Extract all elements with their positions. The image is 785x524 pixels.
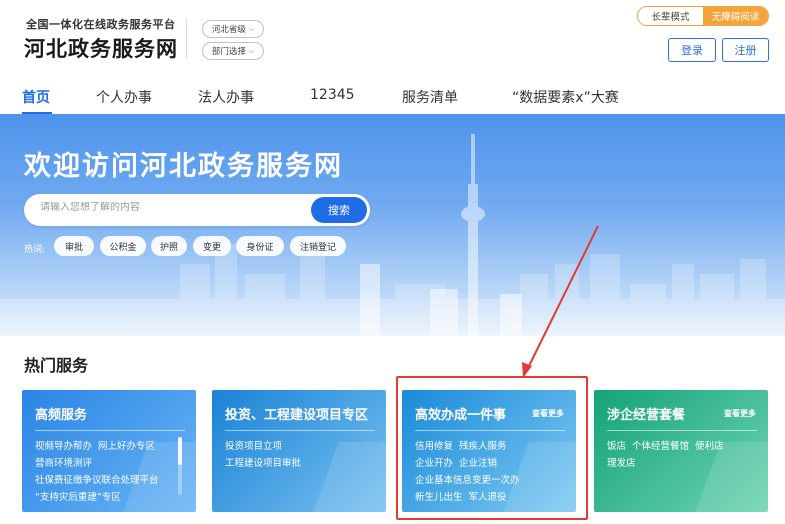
card-title: 高频服务 bbox=[35, 408, 88, 423]
service-card-investment[interactable]: 投资、工程建设项目专区 投资项目立项 工程建设项目审批 bbox=[212, 390, 386, 512]
service-link[interactable]: 理发店 bbox=[607, 458, 636, 469]
service-link[interactable]: 工程建设项目审批 bbox=[225, 458, 301, 469]
nav-data-contest[interactable]: “数据要素x”大赛 bbox=[512, 87, 619, 107]
service-card-high-frequency[interactable]: 高频服务 视频导办帮办 网上好办专区 营商环境测评 社保费征缴争议联合处理平台 “… bbox=[22, 390, 196, 512]
brand-divider bbox=[186, 18, 187, 58]
hot-tag[interactable]: 身份证 bbox=[236, 236, 284, 256]
banner-title: 欢迎访问河北政务服务网 bbox=[24, 151, 343, 182]
hot-words-label: 热词: bbox=[24, 245, 46, 255]
brand-title[interactable]: 河北政务服务网 bbox=[24, 33, 178, 63]
nav-home[interactable]: 首页 bbox=[22, 87, 50, 107]
service-link[interactable]: 投资项目立项 bbox=[225, 441, 282, 452]
reading-mode-toggle: 长辈模式 无障碍阅读 bbox=[637, 6, 769, 26]
site-header: 全国一体化在线政务服务平台 河北政务服务网 河北省级 ⌵ 部门选择 ⌵ 长辈模式… bbox=[0, 0, 785, 78]
scrollbar-thumb[interactable] bbox=[178, 437, 182, 465]
hot-tag[interactable]: 审批 bbox=[54, 236, 94, 256]
service-link[interactable]: 个体经营餐馆 bbox=[632, 441, 689, 452]
register-button[interactable]: 注册 bbox=[722, 38, 769, 62]
nav-12345[interactable]: 12345 bbox=[310, 87, 355, 103]
card-links: 投资项目立项 工程建设项目审批 bbox=[225, 438, 307, 472]
hot-tag[interactable]: 变更 bbox=[193, 236, 231, 256]
department-select-label: 部门选择 bbox=[211, 47, 246, 57]
search-box: 搜索 bbox=[24, 194, 370, 226]
nav-legal-entity[interactable]: 法人办事 bbox=[198, 87, 254, 107]
section-title-hot-services: 热门服务 bbox=[24, 356, 89, 375]
service-link[interactable]: 网上好办专区 bbox=[98, 441, 155, 452]
card-divider bbox=[35, 430, 185, 431]
main-nav: 首页 个人办事 法人办事 12345 服务清单 “数据要素x”大赛 bbox=[0, 78, 785, 115]
view-more-link[interactable]: 查看更多 bbox=[724, 408, 756, 419]
card-divider bbox=[607, 430, 757, 431]
search-input[interactable] bbox=[40, 202, 300, 213]
brand-subtitle: 全国一体化在线政务服务平台 bbox=[26, 18, 176, 31]
service-link[interactable]: 饭店 bbox=[607, 441, 626, 452]
department-select[interactable]: 部门选择 ⌵ bbox=[202, 42, 264, 60]
login-button[interactable]: 登录 bbox=[668, 38, 716, 62]
hero-banner: 欢迎访问河北政务服务网 搜索 热词: 审批 公积金 护照 变更 身份证 注销登记 bbox=[0, 114, 785, 336]
hot-tag[interactable]: 注销登记 bbox=[290, 236, 346, 256]
card-divider bbox=[225, 430, 375, 431]
highlight-box bbox=[396, 376, 588, 520]
hot-tag[interactable]: 护照 bbox=[151, 236, 187, 256]
region-select[interactable]: 河北省级 ⌵ bbox=[202, 20, 264, 38]
nav-service-list[interactable]: 服务清单 bbox=[402, 87, 458, 107]
service-link[interactable]: 社保费征缴争议联合处理平台 bbox=[35, 475, 159, 486]
service-card-business-package[interactable]: 涉企经营套餐 查看更多 饭店 个体经营餐馆 便利店 理发店 bbox=[594, 390, 768, 512]
region-select-label: 河北省级 bbox=[211, 25, 246, 35]
card-links: 饭店 个体经营餐馆 便利店 理发店 bbox=[607, 438, 730, 472]
hot-tag[interactable]: 公积金 bbox=[100, 236, 146, 256]
service-link[interactable]: 便利店 bbox=[695, 441, 724, 452]
card-scrollbar[interactable] bbox=[178, 437, 182, 495]
chevron-down-icon: ⌵ bbox=[248, 46, 255, 55]
service-link[interactable]: 视频导办帮办 bbox=[35, 441, 92, 452]
chevron-down-icon: ⌵ bbox=[248, 24, 255, 33]
service-link[interactable]: 营商环境测评 bbox=[35, 458, 92, 469]
barrier-free-button[interactable]: 无障碍阅读 bbox=[703, 7, 768, 25]
nav-personal[interactable]: 个人办事 bbox=[96, 87, 152, 107]
card-title: 涉企经营套餐 bbox=[607, 408, 686, 423]
search-button[interactable]: 搜索 bbox=[311, 197, 367, 223]
card-links: 视频导办帮办 网上好办专区 营商环境测评 社保费征缴争议联合处理平台 “支持灾后重… bbox=[35, 438, 165, 506]
card-decoration bbox=[313, 442, 386, 512]
elder-mode-button[interactable]: 长辈模式 bbox=[638, 7, 703, 25]
service-link[interactable]: “支持灾后重建”专区 bbox=[35, 492, 121, 503]
card-title: 投资、工程建设项目专区 bbox=[225, 408, 369, 423]
